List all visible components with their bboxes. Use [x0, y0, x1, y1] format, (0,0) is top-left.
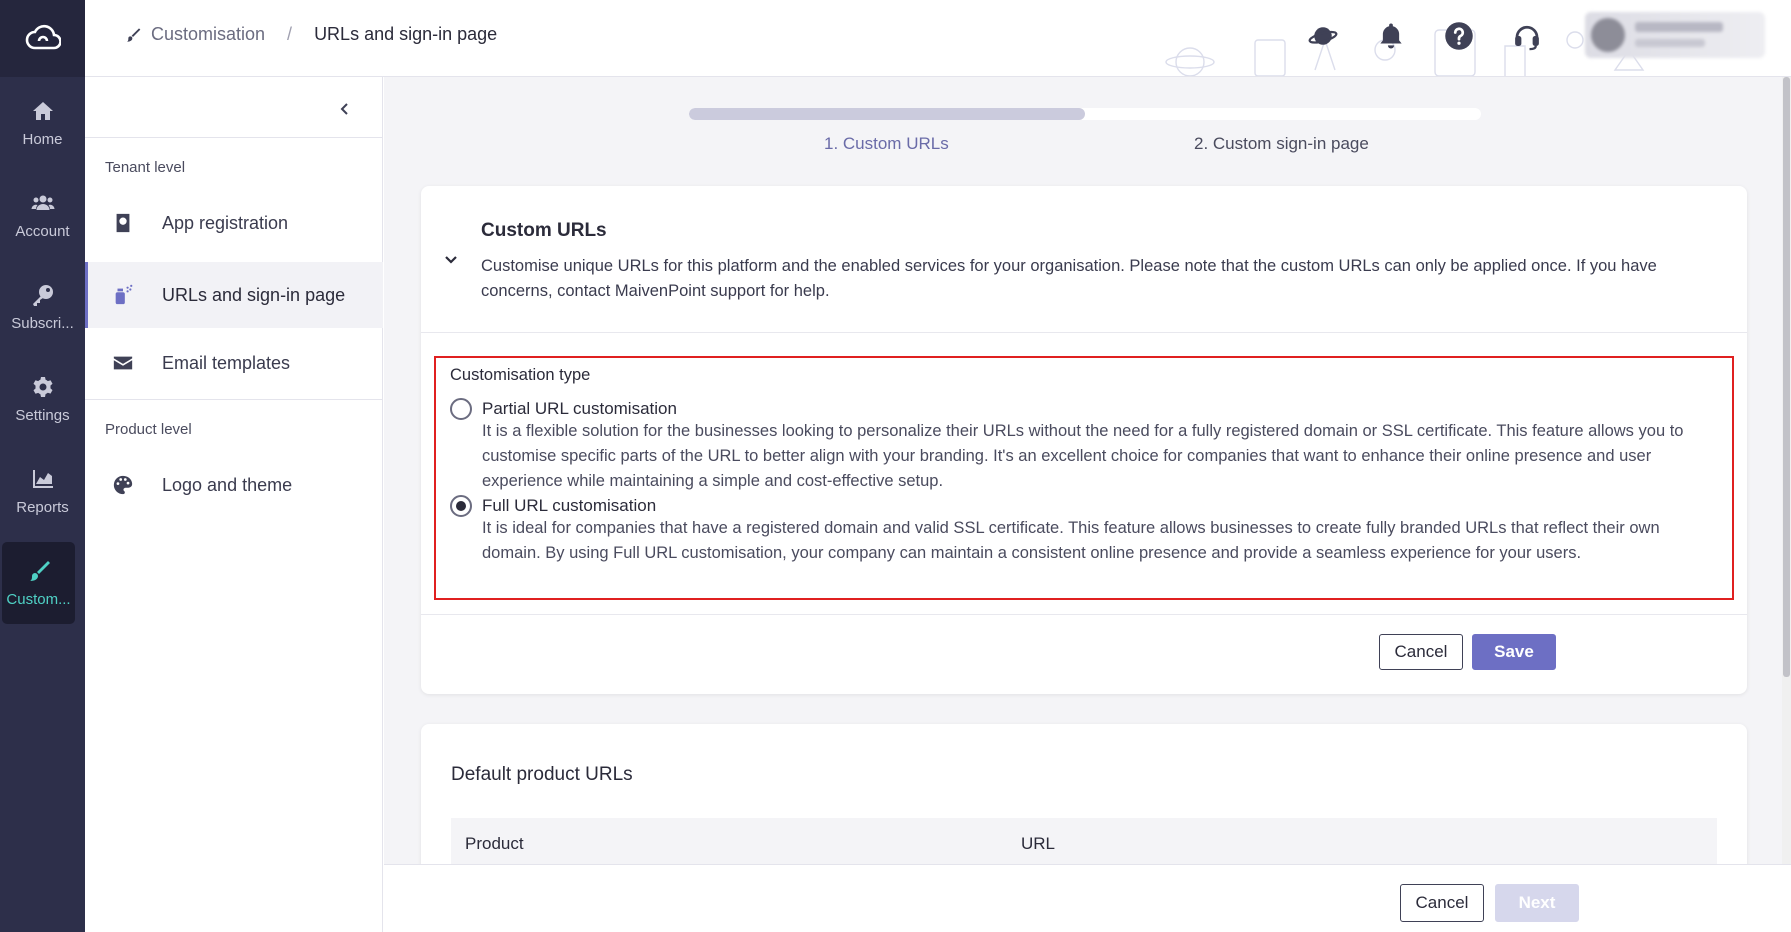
user-profile-button[interactable] — [1585, 12, 1765, 58]
home-icon — [32, 101, 53, 120]
footer-cancel-button[interactable]: Cancel — [1400, 884, 1484, 922]
wizard-progress-bar — [689, 108, 1481, 120]
table-header: Product URL — [451, 818, 1717, 864]
subnav-item-label: App registration — [162, 212, 289, 233]
subnav-item-logo-theme[interactable]: Logo and theme — [85, 452, 383, 518]
subnav-item-email-templates[interactable]: Email templates — [85, 330, 383, 396]
support-button[interactable] — [1509, 18, 1545, 54]
chevron-down-icon — [445, 256, 457, 264]
chevron-left-icon — [340, 103, 348, 115]
collapse-sidebar-button[interactable] — [333, 97, 357, 121]
rail-item-label: Account — [15, 222, 70, 240]
passport-icon — [116, 213, 130, 233]
user-name-blurred — [1635, 22, 1723, 32]
top-header: Customisation / URLs and sign-in page — [85, 0, 1791, 77]
user-tenant-blurred — [1635, 39, 1705, 47]
scrollbar-thumb[interactable] — [1783, 77, 1790, 677]
divider — [421, 614, 1747, 615]
spray-icon — [115, 284, 133, 305]
customisation-type-section: Customisation type Partial URL customisa… — [434, 356, 1734, 600]
customisation-type-label: Customisation type — [450, 366, 591, 384]
app-logo[interactable] — [0, 0, 85, 77]
custom-urls-card: Custom URLs Customise unique URLs for th… — [421, 186, 1747, 694]
bell-icon — [1380, 23, 1402, 49]
users-icon — [31, 195, 54, 210]
explore-button[interactable] — [1305, 18, 1341, 54]
breadcrumb-parent[interactable]: Customisation — [151, 24, 265, 45]
left-rail: Home Account Subscri... Settings Reports… — [0, 0, 85, 932]
divider — [85, 137, 383, 138]
rail-item-account[interactable]: Account — [0, 174, 85, 256]
default-product-urls-card: Default product URLs Product URL — [421, 724, 1747, 864]
rail-item-label: Home — [22, 130, 63, 148]
wizard-footer: Cancel Next — [384, 864, 1791, 932]
rail-item-label: Reports — [16, 498, 69, 516]
card-description: Customise unique URLs for this platform … — [481, 257, 1657, 300]
rail-item-label: Subscri... — [11, 314, 74, 332]
breadcrumb-separator: / — [287, 24, 293, 44]
full-url-title[interactable]: Full URL customisation — [482, 496, 656, 516]
partial-url-radio[interactable] — [450, 398, 472, 420]
step-custom-urls[interactable]: 1. Custom URLs — [824, 134, 949, 154]
avatar — [1591, 18, 1625, 52]
rail-item-settings[interactable]: Settings — [0, 358, 85, 440]
next-button[interactable]: Next — [1495, 884, 1579, 922]
chart-icon — [32, 469, 53, 488]
card-title: Custom URLs — [481, 220, 607, 241]
partial-url-title[interactable]: Partial URL customisation — [482, 399, 677, 419]
headset-icon — [1515, 25, 1539, 51]
partial-url-description: It is a flexible solution for the busine… — [482, 422, 1684, 490]
envelope-icon — [113, 356, 133, 370]
subnav-item-label: Email templates — [162, 352, 291, 373]
progress-fill — [689, 108, 1085, 120]
rail-item-reports[interactable]: Reports — [0, 450, 85, 532]
brush-icon — [127, 27, 141, 42]
secondary-sidebar: Tenant level App registration URLs and s… — [85, 77, 383, 932]
subnav-item-app-registration[interactable]: App registration — [85, 190, 383, 256]
main-content: 1. Custom URLs 2. Custom sign-in page Cu… — [384, 77, 1791, 864]
tenant-level-title: Tenant level — [105, 159, 186, 176]
gear-icon — [33, 376, 52, 397]
step-custom-sign-in[interactable]: 2. Custom sign-in page — [1194, 134, 1369, 154]
palette-icon — [113, 475, 133, 495]
brush-icon — [29, 560, 50, 581]
rail-item-label: Settings — [15, 406, 70, 424]
product-level-title: Product level — [105, 421, 192, 438]
save-button[interactable]: Save — [1472, 634, 1556, 670]
help-button[interactable] — [1441, 18, 1477, 54]
help-icon — [1445, 22, 1473, 50]
header-icons — [1305, 18, 1577, 54]
breadcrumb-current: URLs and sign-in page — [314, 24, 498, 44]
cloud-logo-icon — [25, 24, 61, 49]
rail-item-label: Custom... — [6, 590, 71, 608]
divider — [85, 399, 383, 400]
column-header-product: Product — [465, 834, 524, 853]
rail-item-subscriptions[interactable]: Subscri... — [0, 266, 85, 348]
key-icon — [32, 284, 53, 306]
planet-icon — [1308, 27, 1338, 45]
subnav-item-urls-sign-in[interactable]: URLs and sign-in page — [85, 262, 383, 328]
rail-item-home[interactable]: Home — [0, 82, 85, 164]
breadcrumb: Customisation / URLs and sign-in page — [125, 24, 497, 45]
collapse-card-button[interactable] — [441, 250, 461, 270]
card-title: Default product URLs — [451, 764, 633, 785]
subnav-item-label: URLs and sign-in page — [162, 284, 346, 305]
full-url-description: It is ideal for companies that have a re… — [482, 519, 1660, 562]
divider — [421, 332, 1747, 333]
cancel-button[interactable]: Cancel — [1379, 634, 1463, 670]
notifications-button[interactable] — [1373, 18, 1409, 54]
full-url-radio[interactable] — [450, 495, 472, 517]
subnav-item-label: Logo and theme — [162, 474, 293, 495]
main-scrollbar[interactable] — [1782, 77, 1791, 864]
rail-item-customisation[interactable]: Custom... — [2, 542, 75, 624]
column-header-url: URL — [1021, 834, 1056, 853]
